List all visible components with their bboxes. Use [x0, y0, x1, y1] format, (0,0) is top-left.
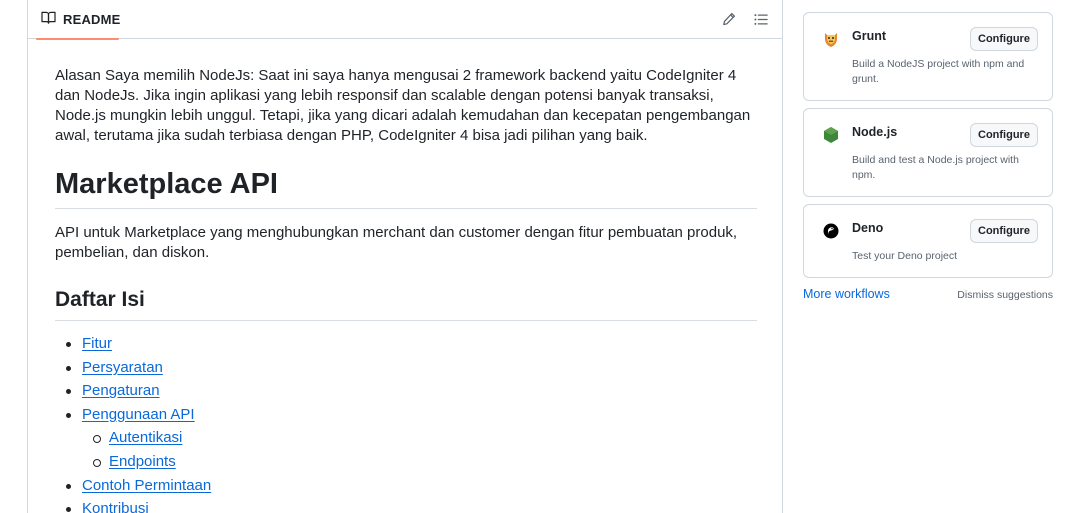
- nodejs-logo-icon: [822, 126, 840, 144]
- toc-heading: Daftar Isi: [55, 286, 757, 321]
- workflow-card-deno: Deno Configure Test your Deno project: [803, 204, 1053, 278]
- toc-subitem: Endpoints: [55, 452, 757, 472]
- description-paragraph: API untuk Marketplace yang menghubungkan…: [55, 224, 738, 261]
- readme-panel: README Alasan Saya memilih NodeJs: Saat …: [27, 0, 783, 513]
- toc-item: Persyaratan: [55, 358, 757, 378]
- page-title: Marketplace API: [55, 166, 757, 209]
- toc-link-autentikasi[interactable]: Autentikasi: [109, 429, 182, 446]
- workflow-description: Test your Deno project: [852, 250, 958, 262]
- workflow-title: Deno: [852, 221, 884, 235]
- readme-content: Alasan Saya memilih NodeJs: Saat ini say…: [55, 66, 757, 513]
- workflow-description: Build a NodeJS project with npm and grun…: [852, 58, 1025, 85]
- workflow-title: Node.js: [852, 125, 898, 139]
- toc-link-pengaturan[interactable]: Pengaturan: [82, 382, 160, 399]
- more-workflows-link[interactable]: More workflows: [803, 287, 890, 301]
- edit-file-button[interactable]: [718, 9, 740, 29]
- readme-tab-label: README: [63, 12, 121, 27]
- workflow-description: Build and test a Node.js project with np…: [852, 154, 1019, 181]
- dismiss-suggestions-button[interactable]: Dismiss suggestions: [957, 289, 1053, 301]
- workflow-card-nodejs: Node.js Configure Build and test a Node.…: [803, 108, 1053, 197]
- toc-item: Contoh Permintaan: [55, 476, 757, 496]
- workflow-card-grunt: Grunt Configure Build a NodeJS project w…: [803, 12, 1053, 101]
- toc-item: Penggunaan API: [55, 405, 757, 425]
- workflow-title: Grunt: [852, 29, 887, 43]
- readme-tab[interactable]: README: [36, 0, 121, 40]
- toc-link-penggunaan-api[interactable]: Penggunaan API: [82, 406, 195, 423]
- grunt-logo-icon: [822, 30, 840, 48]
- outline-button[interactable]: [750, 9, 772, 29]
- toc-subitem: Autentikasi: [55, 428, 757, 448]
- toc-list: Fitur Persyaratan Pengaturan Penggunaan …: [55, 334, 757, 513]
- readme-header: README: [28, 0, 782, 40]
- book-icon: [41, 11, 56, 29]
- toc-link-contoh-permintaan[interactable]: Contoh Permintaan: [82, 477, 211, 494]
- configure-button-deno[interactable]: Configure: [970, 219, 1038, 243]
- toc-item: Fitur: [55, 334, 757, 354]
- toc-link-kontribusi[interactable]: Kontribusi: [82, 500, 149, 513]
- toc-link-endpoints[interactable]: Endpoints: [109, 453, 176, 470]
- toc-item: Kontribusi: [55, 499, 757, 513]
- configure-button-nodejs[interactable]: Configure: [970, 123, 1038, 147]
- toc-item: Pengaturan: [55, 381, 757, 401]
- configure-button-grunt[interactable]: Configure: [970, 27, 1038, 51]
- deno-logo-icon: [822, 222, 840, 240]
- intro-paragraph: Alasan Saya memilih NodeJs: Saat ini say…: [55, 67, 751, 144]
- toc-link-persyaratan[interactable]: Persyaratan: [82, 359, 163, 376]
- pencil-icon: [722, 12, 736, 26]
- list-unordered-icon: [754, 13, 768, 26]
- toc-link-fitur[interactable]: Fitur: [82, 335, 112, 352]
